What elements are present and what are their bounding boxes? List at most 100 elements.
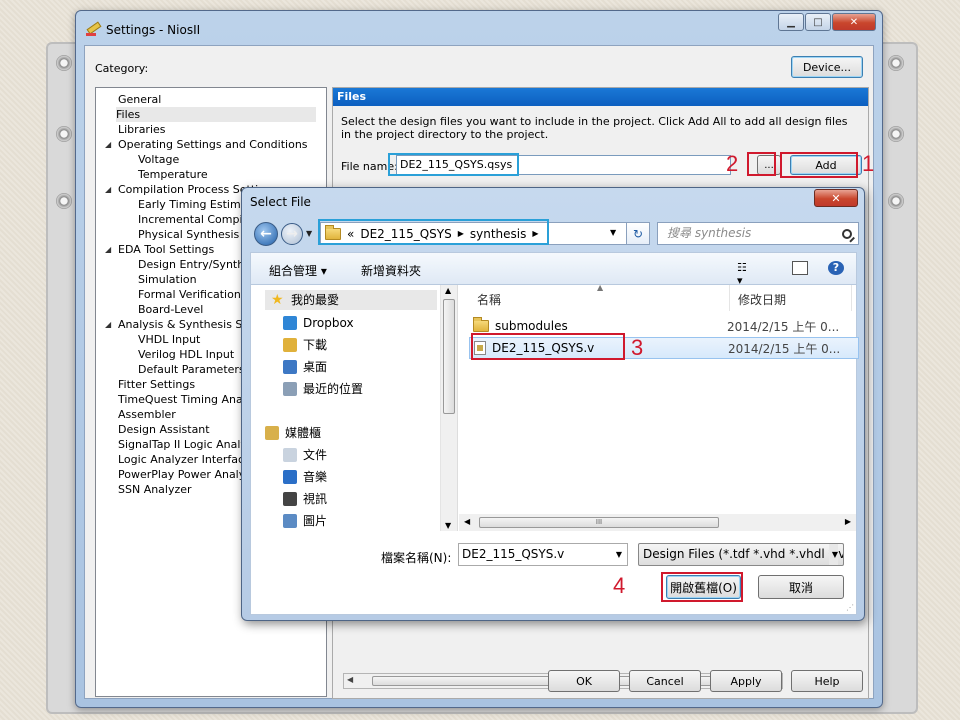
nav-item[interactable]: Dropbox	[283, 313, 354, 333]
dialog-close-button[interactable]: ✕	[814, 189, 858, 207]
nav-item[interactable]: 文件	[283, 445, 327, 465]
ok-button[interactable]: OK	[548, 670, 620, 692]
nav-item[interactable]: 下載	[283, 335, 327, 355]
nav-item[interactable]: 桌面	[283, 357, 327, 377]
tree-item-label: Voltage	[138, 153, 180, 166]
back-arrow-icon[interactable]: ←	[254, 222, 278, 246]
device-button[interactable]: Device...	[791, 56, 863, 78]
refresh-icon[interactable]: ↻	[626, 222, 650, 245]
chevron-down-icon[interactable]: ▼	[616, 544, 622, 565]
tree-item[interactable]: Assembler	[118, 407, 176, 422]
libraries-icon	[265, 426, 279, 440]
tree-item-label: Default Parameters	[138, 363, 245, 376]
nav-item-label: 下載	[303, 338, 328, 352]
forward-arrow-icon[interactable]: →	[281, 223, 303, 245]
scroll-left-icon[interactable]: ◀	[464, 517, 470, 526]
nav-item[interactable]: ★ 我的最愛	[265, 290, 437, 310]
nav-item-label: 我的最愛	[291, 293, 340, 307]
minimize-button[interactable]: ▁	[778, 13, 804, 31]
tree-item[interactable]: Design Assistant	[118, 422, 210, 437]
tree-item[interactable]: VHDL Input	[138, 332, 200, 347]
scroll-down-icon[interactable]: ▼	[445, 521, 451, 530]
file-name-combo[interactable]: DE2_115_QSYS.v ▼	[458, 543, 628, 566]
nav-item[interactable]: 音樂	[283, 467, 327, 487]
tree-item[interactable]: Default Parameters	[138, 362, 245, 377]
file-type-select[interactable]: Design Files (*.tdf *.vhd *.vhdl *.v ▼	[638, 543, 844, 566]
folder-icon	[473, 317, 489, 332]
search-input[interactable]: 搜尋 synthesis	[657, 222, 859, 245]
tree-item[interactable]: Formal Verification	[138, 287, 241, 302]
file-hscrollbar[interactable]: ◀ III ▶	[459, 514, 856, 531]
tree-item[interactable]: Logic Analyzer Interface	[118, 452, 251, 467]
documents-icon	[283, 448, 297, 462]
nav-scroll-thumb[interactable]	[443, 299, 455, 414]
file-name-label: 檔案名稱(N):	[381, 551, 452, 565]
tree-item[interactable]: Libraries	[118, 122, 166, 137]
expand-triangle-icon[interactable]: ◢	[105, 320, 111, 329]
highlight-browse	[747, 152, 776, 176]
tree-item[interactable]: EDA Tool Settings	[118, 242, 214, 257]
expand-triangle-icon[interactable]: ◢	[105, 245, 111, 254]
tree-item[interactable]: Verilog HDL Input	[138, 347, 234, 362]
file-name-cell[interactable]: submodules	[469, 317, 727, 333]
history-dropdown-icon[interactable]: ▼	[306, 229, 312, 238]
tree-item[interactable]: SSN Analyzer	[118, 482, 192, 497]
tree-item[interactable]: Fitter Settings	[118, 377, 195, 392]
scroll-up-icon[interactable]: ▲	[445, 286, 451, 295]
scroll-left-icon[interactable]: ◀	[347, 675, 353, 684]
tree-item-label: Logic Analyzer Interface	[118, 453, 251, 466]
highlight-breadcrumb	[318, 219, 549, 245]
help-icon[interactable]: ?	[828, 261, 844, 275]
chevron-down-icon[interactable]: ▼	[828, 544, 838, 565]
nav-item-label: Dropbox	[303, 316, 354, 330]
close-button[interactable]: ✕	[832, 13, 876, 31]
apply-button[interactable]: Apply	[710, 670, 782, 692]
nav-item[interactable]: 媒體櫃	[265, 423, 321, 443]
navigation-pane[interactable]: ▲ ▼ ★ 我的最愛 Dropbox 下載桌面最近的位置媒體櫃 文件 音樂視訊圖片	[251, 285, 458, 531]
organize-menu[interactable]: 組合管理 ▾	[269, 262, 327, 279]
nav-vscrollbar[interactable]: ▲ ▼	[440, 285, 457, 531]
tree-item[interactable]: General	[118, 92, 161, 107]
expand-triangle-icon[interactable]: ◢	[105, 140, 111, 149]
tree-item[interactable]: Design Entry/Synthes	[138, 257, 257, 272]
file-name-value[interactable]: DE2_115_QSYS.v	[462, 547, 564, 561]
nav-item[interactable]: 視訊	[283, 489, 327, 509]
nav-item-label: 桌面	[303, 360, 328, 374]
file-type-value[interactable]: Design Files (*.tdf *.vhd *.vhdl *.v	[643, 547, 843, 561]
tree-item-label: Formal Verification	[138, 288, 241, 301]
file-list-pane[interactable]: 名稱 ▲ 修改日期 submodules 2014/2/15 上午 0... DE2…	[459, 283, 859, 531]
binder-ring	[888, 193, 904, 209]
tree-item[interactable]: Files	[116, 107, 316, 122]
expand-triangle-icon[interactable]: ◢	[105, 185, 111, 194]
tree-item-label: SSN Analyzer	[118, 483, 192, 496]
cancel-button[interactable]: Cancel	[629, 670, 701, 692]
tree-item[interactable]: PowerPlay Power Analyze	[118, 467, 258, 482]
nav-item[interactable]: 最近的位置	[283, 379, 363, 399]
view-options-icon[interactable]: ☷ ▾	[737, 261, 753, 287]
nav-item-label: 視訊	[303, 492, 328, 506]
dialog-cancel-button[interactable]: 取消	[758, 575, 844, 599]
category-label: Category:	[95, 62, 149, 75]
preview-pane-icon[interactable]	[792, 261, 808, 275]
search-icon[interactable]	[842, 229, 852, 239]
tree-item[interactable]: Board-Level	[138, 302, 203, 317]
address-dropdown-icon[interactable]: ▼	[610, 228, 616, 237]
tree-item[interactable]: Voltage	[138, 152, 179, 167]
resize-grip-icon[interactable]: ⋰	[846, 603, 854, 612]
nav-item[interactable]: 圖片	[283, 511, 327, 531]
tree-item[interactable]: Simulation	[138, 272, 197, 287]
tree-item[interactable]: Analysis & Synthesis Setti	[118, 317, 261, 332]
tree-item[interactable]: Temperature	[138, 167, 208, 182]
annotation-number: 4	[613, 573, 626, 598]
maximize-button[interactable]: □	[805, 13, 831, 31]
help-button[interactable]: Help	[791, 670, 863, 692]
file-scroll-thumb[interactable]: III	[479, 517, 719, 528]
tree-item[interactable]: SignalTap II Logic Analyze	[118, 437, 260, 452]
column-header-name[interactable]: 名稱	[477, 291, 501, 308]
scroll-right-icon[interactable]: ▶	[845, 517, 851, 526]
new-folder-button[interactable]: 新增資料夾	[361, 262, 421, 279]
column-header-date[interactable]: 修改日期	[738, 291, 786, 308]
column-separator[interactable]	[729, 285, 730, 311]
tree-item[interactable]: Operating Settings and Conditions	[118, 137, 308, 152]
column-separator[interactable]	[851, 285, 852, 311]
